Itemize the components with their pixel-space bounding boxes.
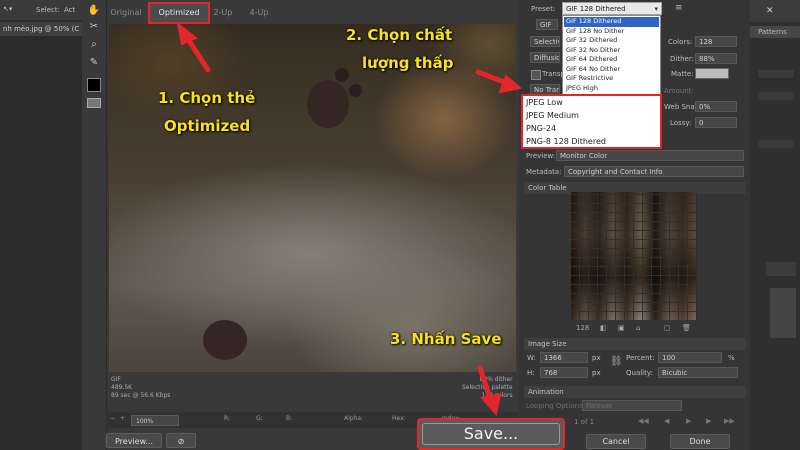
arrow-to-preset-list [475,69,507,85]
arrow-to-save-button [477,365,493,401]
arrow-head-optimized [176,21,198,46]
arrow-head-preset [498,74,523,94]
arrow-head-save [480,392,502,417]
annotation-arrows [176,21,523,417]
